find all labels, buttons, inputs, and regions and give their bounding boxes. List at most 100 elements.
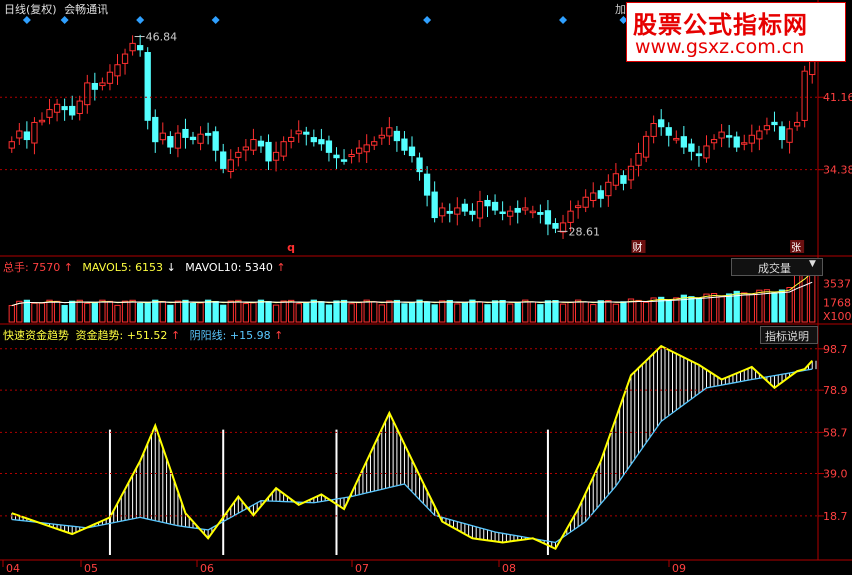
month-label: 04 xyxy=(6,562,20,575)
event-marker-q: q xyxy=(287,241,295,254)
candle-body xyxy=(303,131,310,135)
month-label: 05 xyxy=(84,562,98,575)
candle-body xyxy=(733,136,740,148)
volume-bar xyxy=(371,301,378,323)
volume-bar xyxy=(355,302,363,323)
volume-bar xyxy=(763,289,771,323)
volume-bar xyxy=(99,299,106,323)
candle-body xyxy=(763,125,771,131)
candle-body xyxy=(793,121,801,127)
candle-body xyxy=(522,207,529,211)
volume-bar xyxy=(620,301,627,323)
month-label: 07 xyxy=(355,562,369,575)
candle-body xyxy=(695,153,703,157)
volume-bar xyxy=(152,299,159,323)
volume-bar xyxy=(182,299,189,323)
volume-bar xyxy=(423,301,431,323)
volume-bar xyxy=(431,304,438,323)
candle-body xyxy=(333,154,340,159)
candle-body xyxy=(371,141,378,146)
month-label: 08 xyxy=(502,562,516,575)
candle-body xyxy=(250,139,257,151)
event-marker-text: 财 xyxy=(633,241,643,254)
volume-bar xyxy=(318,301,325,323)
candle-body xyxy=(401,138,408,151)
volume-bar xyxy=(144,302,151,323)
candle-body xyxy=(408,146,416,157)
high-marker-label: 46.84 xyxy=(146,31,178,44)
candle-body xyxy=(129,42,136,52)
volume-bar xyxy=(159,300,166,323)
candle-body xyxy=(280,141,287,157)
candle-body xyxy=(16,130,23,139)
volume-bar xyxy=(778,289,786,323)
volume-bar xyxy=(461,302,469,323)
volume-bar xyxy=(8,305,15,323)
candle-body xyxy=(748,134,755,144)
candle-body xyxy=(61,106,68,111)
volume-bar xyxy=(522,299,529,323)
period-label[interactable]: 日线(复权) xyxy=(4,3,57,16)
price-axis-label: 34.38 xyxy=(823,164,852,177)
indicator-axis-label: 39.0 xyxy=(823,468,848,481)
candle-body xyxy=(756,130,763,140)
candle-body xyxy=(446,210,453,214)
volume-bar xyxy=(235,299,242,323)
volume-bar xyxy=(363,299,370,323)
candle-body xyxy=(310,137,317,143)
candle-body xyxy=(212,131,219,151)
candle-body xyxy=(242,146,250,151)
volume-bar xyxy=(612,303,620,323)
volume-bar xyxy=(38,302,46,323)
corner-tab[interactable]: 加 xyxy=(615,1,626,17)
yinyang-value: +15.98 xyxy=(229,329,271,342)
mavol5-label: MAVOL5: xyxy=(82,261,132,274)
candle-body xyxy=(355,147,363,154)
candle-body xyxy=(590,192,597,201)
candle-body xyxy=(144,52,151,121)
signal-diamond-icon xyxy=(423,16,432,24)
volume-bar xyxy=(665,299,672,323)
indicator-axis-label: 58.7 xyxy=(823,426,848,439)
volume-bar xyxy=(227,300,234,323)
volume-bar xyxy=(325,304,333,323)
candle-body xyxy=(461,203,469,212)
event-marker-text: 张 xyxy=(791,242,801,254)
candle-body xyxy=(454,207,461,215)
volume-bar xyxy=(726,293,733,323)
volume-bar xyxy=(257,299,265,323)
volume-bar xyxy=(23,299,31,323)
chart-canvas[interactable]: 46.84 28.61 q 财 张 41.16 34.38 3537 1768X100 98.7… xyxy=(0,0,852,575)
arrow-up-icon: ↑ xyxy=(276,261,286,274)
candle-body xyxy=(8,141,15,149)
volume-bar xyxy=(514,301,521,323)
watermark-logo: 股票公式指标网 www.gsxz.com.cn xyxy=(626,2,846,62)
indicator-help-button[interactable]: 指标说明 xyxy=(760,326,818,344)
volume-axis-unit: X100 xyxy=(823,310,852,323)
volume-dropdown[interactable]: 成交量 ▼ xyxy=(731,258,823,276)
volume-bar xyxy=(476,301,484,323)
volume-bar xyxy=(295,303,302,323)
signal-diamond-icon xyxy=(22,16,31,24)
candle-body xyxy=(642,135,650,158)
volume-bar xyxy=(265,301,272,323)
volume-bar xyxy=(673,297,680,323)
yinyang-label: 阴阳线: xyxy=(189,329,227,342)
volume-bar xyxy=(786,287,793,323)
volume-bar xyxy=(590,304,597,323)
volume-bar xyxy=(31,302,38,323)
trend-label: 资金趋势: xyxy=(75,329,124,342)
volume-bar xyxy=(303,302,310,323)
volume-bar xyxy=(741,292,748,323)
volume-bar xyxy=(288,299,295,323)
volume-bar xyxy=(484,304,491,323)
candle-body xyxy=(673,137,680,141)
header-title: 日线(复权) 会畅通讯 xyxy=(4,1,108,17)
volume-bar xyxy=(310,299,317,323)
volume-bar xyxy=(507,303,514,323)
indicator-axis-label: 98.7 xyxy=(823,343,848,356)
candle-body xyxy=(348,154,355,158)
trend-line xyxy=(11,344,813,551)
candle-body xyxy=(620,175,627,184)
indicator-panel[interactable] xyxy=(11,344,817,555)
